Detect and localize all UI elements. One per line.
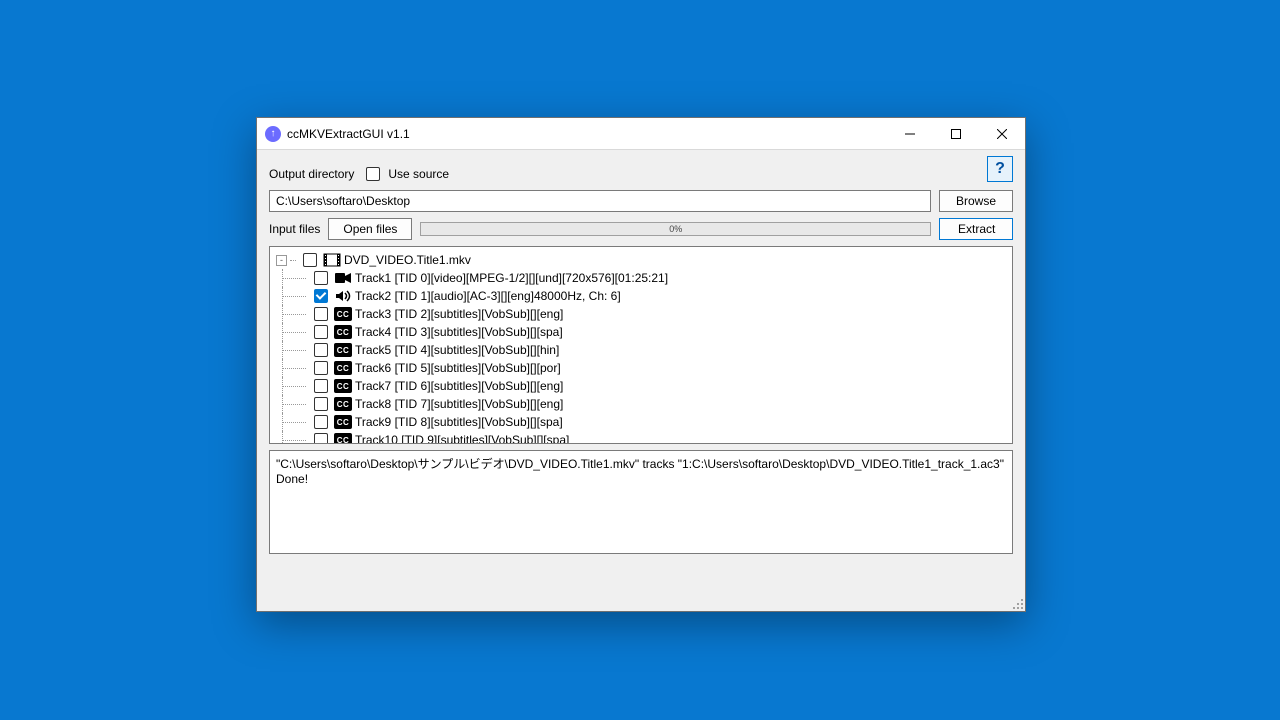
track-label: Track3 [TID 2][subtitles][VobSub][][eng] — [355, 307, 563, 321]
progress-bar: 0% — [420, 222, 931, 236]
track-label: Track8 [TID 7][subtitles][VobSub][][eng] — [355, 397, 563, 411]
audio-icon — [334, 289, 352, 303]
track-row[interactable]: CCTrack10 [TID 9][subtitles][VobSub][][s… — [282, 431, 1010, 444]
track-row[interactable]: Track2 [TID 1][audio][AC-3][][eng]48000H… — [282, 287, 1010, 305]
subtitles-icon: CC — [334, 325, 352, 339]
browse-button[interactable]: Browse — [939, 190, 1013, 212]
extract-button[interactable]: Extract — [939, 218, 1013, 240]
tree-root-checkbox[interactable] — [303, 253, 317, 267]
track-checkbox[interactable] — [314, 271, 328, 285]
track-label: Track4 [TID 3][subtitles][VobSub][][spa] — [355, 325, 563, 339]
tree-root-label: DVD_VIDEO.Title1.mkv — [344, 253, 471, 267]
track-row[interactable]: CCTrack5 [TID 4][subtitles][VobSub][][hi… — [282, 341, 1010, 359]
track-checkbox[interactable] — [314, 325, 328, 339]
help-button[interactable]: ? — [987, 156, 1013, 182]
track-label: Track10 [TID 9][subtitles][VobSub][][spa… — [355, 433, 569, 444]
tree-expander-icon[interactable]: - — [276, 255, 287, 266]
track-checkbox[interactable] — [314, 397, 328, 411]
track-checkbox[interactable] — [314, 415, 328, 429]
track-row[interactable]: CCTrack8 [TID 7][subtitles][VobSub][][en… — [282, 395, 1010, 413]
subtitles-icon: CC — [334, 397, 352, 411]
close-button[interactable] — [979, 118, 1025, 149]
use-source-checkbox-label: Use source — [388, 167, 449, 181]
track-row[interactable]: CCTrack3 [TID 2][subtitles][VobSub][][en… — [282, 305, 1010, 323]
app-icon: ↑ — [265, 126, 281, 142]
output-dir-label: Output directory — [269, 167, 354, 181]
subtitles-icon: CC — [334, 361, 352, 375]
track-label: Track2 [TID 1][audio][AC-3][][eng]48000H… — [355, 289, 621, 303]
subtitles-icon: CC — [334, 379, 352, 393]
track-row[interactable]: CCTrack9 [TID 8][subtitles][VobSub][][sp… — [282, 413, 1010, 431]
output-dir-input[interactable] — [269, 190, 931, 212]
maximize-button[interactable] — [933, 118, 979, 149]
subtitles-icon: CC — [334, 415, 352, 429]
track-label: Track7 [TID 6][subtitles][VobSub][][eng] — [355, 379, 563, 393]
log-output[interactable]: "C:\Users\softaro\Desktop\サンプル\ビデオ\DVD_V… — [269, 450, 1013, 554]
resize-grip-icon[interactable] — [1010, 596, 1024, 610]
content-area: ? Output directory Use source Browse Inp… — [257, 150, 1025, 611]
titlebar: ↑ ccMKVExtractGUI v1.1 — [257, 118, 1025, 150]
track-checkbox[interactable] — [314, 361, 328, 375]
track-checkbox[interactable] — [314, 343, 328, 357]
input-files-label: Input files — [269, 222, 320, 236]
subtitles-icon: CC — [334, 307, 352, 321]
track-checkbox[interactable] — [314, 307, 328, 321]
use-source-checkbox[interactable]: Use source — [362, 164, 449, 184]
window-title: ccMKVExtractGUI v1.1 — [287, 127, 410, 141]
track-row[interactable]: CCTrack4 [TID 3][subtitles][VobSub][][sp… — [282, 323, 1010, 341]
app-window: ↑ ccMKVExtractGUI v1.1 ? Output director… — [256, 117, 1026, 612]
track-checkbox[interactable] — [314, 433, 328, 444]
open-files-button[interactable]: Open files — [328, 218, 412, 240]
track-label: Track5 [TID 4][subtitles][VobSub][][hin] — [355, 343, 559, 357]
film-icon — [323, 253, 341, 267]
track-label: Track6 [TID 5][subtitles][VobSub][][por] — [355, 361, 561, 375]
progress-text: 0% — [669, 224, 682, 234]
track-checkbox[interactable] — [314, 289, 328, 303]
tree-root-item[interactable]: - DVD_VIDEO.Title1.mkv — [272, 251, 1010, 269]
track-tree[interactable]: - DVD_VIDEO.Title1.mkv Track1 [TID 0][vi… — [269, 246, 1013, 444]
track-row[interactable]: Track1 [TID 0][video][MPEG-1/2][][und][7… — [282, 269, 1010, 287]
track-row[interactable]: CCTrack7 [TID 6][subtitles][VobSub][][en… — [282, 377, 1010, 395]
track-checkbox[interactable] — [314, 379, 328, 393]
subtitles-icon: CC — [334, 343, 352, 357]
track-row[interactable]: CCTrack6 [TID 5][subtitles][VobSub][][po… — [282, 359, 1010, 377]
video-icon — [334, 271, 352, 285]
subtitles-icon: CC — [334, 433, 352, 444]
track-label: Track9 [TID 8][subtitles][VobSub][][spa] — [355, 415, 563, 429]
minimize-button[interactable] — [887, 118, 933, 149]
use-source-checkbox-input[interactable] — [366, 167, 380, 181]
track-label: Track1 [TID 0][video][MPEG-1/2][][und][7… — [355, 271, 668, 285]
